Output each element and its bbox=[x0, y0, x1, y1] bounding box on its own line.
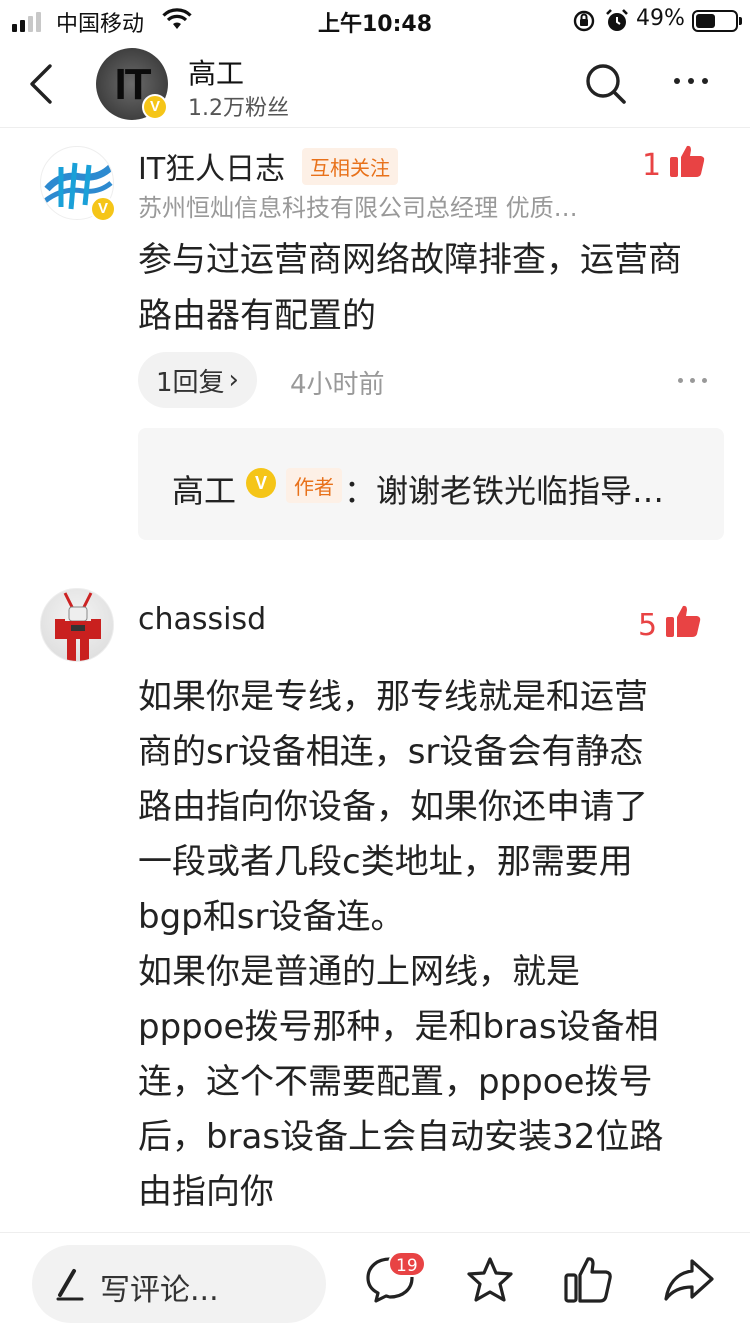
verified-badge-icon: V bbox=[142, 94, 168, 120]
comment-author[interactable]: IT狂人日志 bbox=[138, 144, 285, 188]
comment-line: 商的sr设备相连，sr设备会有静态 bbox=[138, 732, 644, 772]
author-badge: 作者 bbox=[286, 468, 342, 503]
verified-badge-icon: V bbox=[246, 468, 276, 498]
replies-button[interactable]: 1回复 › bbox=[138, 352, 257, 408]
battery-percent: 49% bbox=[636, 6, 685, 31]
like-count: 5 bbox=[638, 607, 658, 643]
bottom-action-bar: 写评论... 19 bbox=[0, 1232, 750, 1334]
alarm-icon bbox=[604, 8, 630, 40]
thumbs-up-icon bbox=[669, 144, 705, 186]
verified-badge-icon: V bbox=[90, 196, 116, 222]
mutual-follow-tag: 互相关注 bbox=[302, 148, 398, 185]
thumbs-up-icon[interactable] bbox=[562, 1255, 614, 1309]
comment-line: pppoe拨号那种，是和bras设备相 bbox=[138, 1007, 659, 1047]
comment-line: 由指向你 bbox=[138, 1172, 274, 1212]
reply-count: 1回复 bbox=[156, 367, 225, 398]
pen-icon bbox=[56, 1267, 86, 1305]
comment-time: 4小时前 bbox=[290, 370, 385, 400]
like-button[interactable]: 1 bbox=[642, 144, 705, 186]
battery-level bbox=[696, 14, 715, 28]
comment-line: 后，bras设备上会自动安装32位路 bbox=[138, 1117, 664, 1157]
write-comment-placeholder: 写评论... bbox=[100, 1273, 219, 1308]
comment-count-badge: 19 bbox=[388, 1251, 426, 1277]
status-bar: 中国移动 上午10:48 49% bbox=[0, 0, 750, 40]
chevron-right-icon: › bbox=[228, 365, 239, 395]
avatar[interactable] bbox=[40, 588, 114, 662]
more-icon[interactable] bbox=[678, 378, 707, 383]
page-title[interactable]: 高工 bbox=[188, 52, 244, 92]
back-icon[interactable] bbox=[26, 62, 56, 110]
comment-line: 如果你是专线，那专线就是和运营 bbox=[138, 677, 648, 717]
follower-count: 1.2万粉丝 bbox=[188, 96, 289, 121]
like-button[interactable]: 5 bbox=[638, 604, 701, 646]
comment-text: 如果你是专线，那专线就是和运营 商的sr设备相连，sr设备会有静态 路由指向你设… bbox=[138, 670, 718, 1220]
search-icon[interactable] bbox=[584, 62, 628, 110]
star-icon[interactable] bbox=[464, 1255, 516, 1309]
author-description: 苏州恒灿信息科技有限公司总经理 优质… bbox=[138, 194, 578, 222]
thumbs-up-icon bbox=[665, 604, 701, 646]
comment-line: bgp和sr设备连。 bbox=[138, 897, 405, 937]
battery-icon bbox=[692, 10, 742, 32]
profile-header: IT V 高工 1.2万粉丝 bbox=[0, 40, 750, 128]
comment-line: 路由指向你设备，如果你还申请了 bbox=[138, 787, 648, 827]
comment-line: 连，这个不需要配置，pppoe拨号 bbox=[138, 1062, 653, 1102]
write-comment-input[interactable]: 写评论... bbox=[32, 1245, 326, 1323]
reply-preview[interactable]: 高工 V 作者 ：谢谢老铁光临指导… bbox=[138, 428, 724, 540]
reply-text: ：谢谢老铁光临指导… bbox=[344, 472, 665, 510]
comment-line: 一段或者几段c类地址，那需要用 bbox=[138, 842, 633, 882]
comment-text: 参与过运营商网络故障排查，运营商路由器有配置的 bbox=[138, 240, 682, 336]
like-count: 1 bbox=[642, 147, 662, 183]
rotation-lock-icon bbox=[572, 9, 596, 39]
more-icon[interactable] bbox=[674, 78, 708, 84]
reply-author[interactable]: 高工 bbox=[172, 466, 236, 512]
share-icon[interactable] bbox=[662, 1255, 716, 1309]
comment-author[interactable]: chassisd bbox=[138, 602, 266, 637]
comment-line: 如果你是普通的上网线，就是 bbox=[138, 952, 580, 992]
